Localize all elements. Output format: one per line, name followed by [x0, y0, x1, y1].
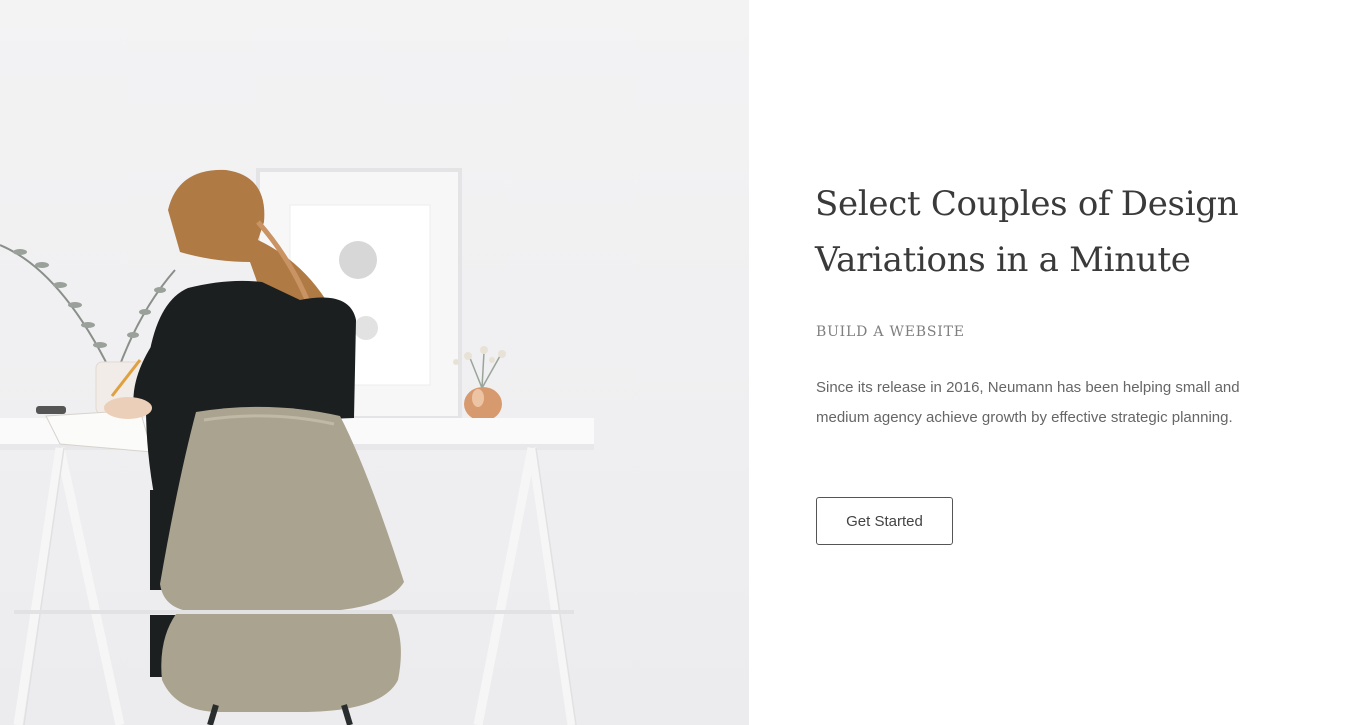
- page: Select Couples of Design Variations in a…: [0, 0, 1366, 725]
- hero-subheading: BUILD A WEBSITE: [816, 324, 965, 340]
- get-started-button[interactable]: Get Started: [816, 497, 953, 545]
- hero-heading: Select Couples of Design Variations in a…: [815, 184, 1239, 280]
- hero-description: Since its release in 2016, Neumann has b…: [816, 379, 1240, 426]
- hero-image: [0, 0, 749, 725]
- hero-content: Select Couples of Design Variations in a…: [749, 0, 1366, 725]
- desk-scene-illustration: [0, 168, 594, 725]
